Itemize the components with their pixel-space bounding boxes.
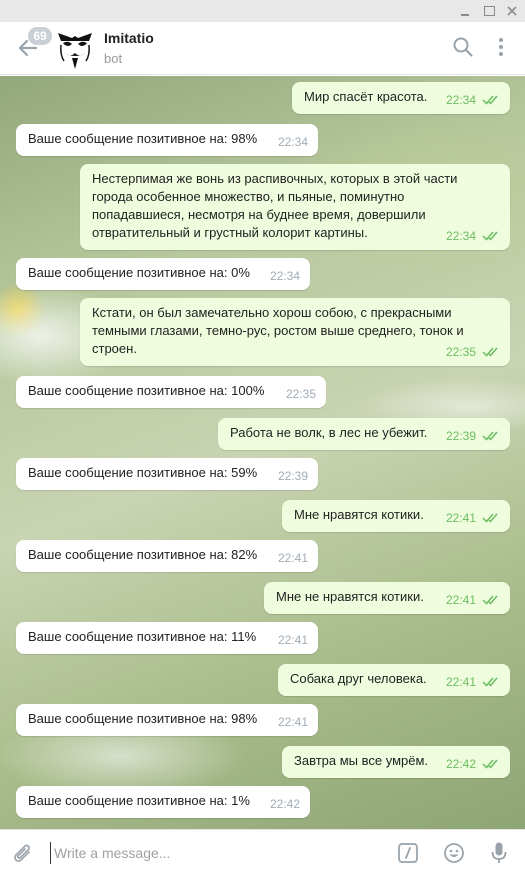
guy-fawkes-mask-icon xyxy=(52,25,98,71)
double-check-icon xyxy=(482,95,498,105)
slash-command-icon xyxy=(398,843,418,863)
message-time: 22:35 xyxy=(445,345,476,359)
message-time: 22:34 xyxy=(269,269,300,283)
avatar[interactable] xyxy=(52,25,98,71)
message-time: 22:41 xyxy=(277,551,308,565)
message-bubble-incoming[interactable]: Ваше сообщение позитивное на: 0% 22:34 xyxy=(16,258,310,290)
microphone-icon xyxy=(491,842,507,863)
message-text: Ваше сообщение позитивное на: 11% xyxy=(28,629,257,644)
unread-count-badge: 69 xyxy=(28,27,52,45)
message-time: 22:34 xyxy=(445,229,476,243)
message-bubble-incoming[interactable]: Ваше сообщение позитивное на: 59% 22:39 xyxy=(16,458,318,490)
message-text: Ваше сообщение позитивное на: 98% xyxy=(28,711,258,726)
message-text: Мир спасёт красота. xyxy=(304,89,428,104)
message-bubble-outgoing[interactable]: Завтра мы все умрём. 22:42 xyxy=(282,746,510,778)
chat-title[interactable]: Imitatio xyxy=(104,30,154,46)
attach-button[interactable] xyxy=(12,841,34,865)
double-check-icon xyxy=(482,595,498,605)
message-bubble-outgoing[interactable]: Собака друг человека. 22:41 xyxy=(278,664,510,696)
double-check-icon xyxy=(482,759,498,769)
message-text: Собака друг человека. xyxy=(290,671,427,686)
message-text: Ваше сообщение позитивное на: 100% xyxy=(28,383,265,398)
message-time: 22:41 xyxy=(445,511,476,525)
message-time: 22:41 xyxy=(277,633,308,647)
message-bubble-incoming[interactable]: Ваше сообщение позитивное на: 100% 22:35 xyxy=(16,376,326,408)
message-composer xyxy=(0,829,525,875)
more-vertical-icon xyxy=(499,38,503,56)
search-button[interactable] xyxy=(452,36,474,58)
message-text: Работа не волк, в лес не убежит. xyxy=(230,425,428,440)
double-check-icon xyxy=(482,231,498,241)
voice-message-button[interactable] xyxy=(490,841,508,865)
message-bubble-incoming[interactable]: Ваше сообщение позитивное на: 82% 22:41 xyxy=(16,540,318,572)
message-bubble-incoming[interactable]: Ваше сообщение позитивное на: 1% 22:42 xyxy=(16,786,310,818)
message-bubble-outgoing[interactable]: Мир спасёт красота. 22:34 xyxy=(292,82,510,114)
more-menu-button[interactable] xyxy=(490,36,512,58)
message-text: Нестерпимая же вонь из распивочных, кото… xyxy=(92,171,458,240)
emoji-button[interactable] xyxy=(443,842,465,864)
window-titlebar xyxy=(0,0,525,22)
message-bubble-incoming[interactable]: Ваше сообщение позитивное на: 11% 22:41 xyxy=(16,622,318,654)
double-check-icon xyxy=(482,347,498,357)
message-bubble-outgoing[interactable]: Мне не нравятся котики. 22:41 xyxy=(264,582,510,614)
minimize-icon[interactable] xyxy=(457,3,473,19)
message-bubble-incoming[interactable]: Ваше сообщение позитивное на: 98% 22:41 xyxy=(16,704,318,736)
message-input[interactable] xyxy=(50,842,380,864)
message-time: 22:39 xyxy=(277,469,308,483)
message-bubble-outgoing[interactable]: Кстати, он был замечательно хорош собою,… xyxy=(80,298,510,366)
message-time: 22:41 xyxy=(445,593,476,607)
message-bubble-outgoing[interactable]: Нестерпимая же вонь из распивочных, кото… xyxy=(80,164,510,250)
smiley-icon xyxy=(444,843,464,863)
message-time: 22:41 xyxy=(277,715,308,729)
bot-command-button[interactable] xyxy=(397,842,419,864)
message-time: 22:41 xyxy=(445,675,476,689)
message-text: Завтра мы все умрём. xyxy=(294,753,429,768)
message-bubble-incoming[interactable]: Ваше сообщение позитивное на: 98% 22:34 xyxy=(16,124,318,156)
message-time: 22:42 xyxy=(269,797,300,811)
message-text: Ваше сообщение позитивное на: 59% xyxy=(28,465,258,480)
message-bubble-outgoing[interactable]: Работа не волк, в лес не убежит. 22:39 xyxy=(218,418,510,450)
message-time: 22:34 xyxy=(277,135,308,149)
message-time: 22:35 xyxy=(285,387,316,401)
message-bubble-outgoing[interactable]: Мне нравятся котики. 22:41 xyxy=(282,500,510,532)
message-text: Ваше сообщение позитивное на: 82% xyxy=(28,547,258,562)
double-check-icon xyxy=(482,431,498,441)
message-text: Ваше сообщение позитивное на: 1% xyxy=(28,793,250,808)
message-time: 22:42 xyxy=(445,757,476,771)
message-time: 22:34 xyxy=(445,93,476,107)
double-check-icon xyxy=(482,513,498,523)
chat-status: bot xyxy=(104,51,123,66)
chat-background: Мир спасёт красота. 22:34 Ваше сообщение… xyxy=(0,76,525,829)
message-text: Ваше сообщение позитивное на: 98% xyxy=(28,131,258,146)
message-text: Ваше сообщение позитивное на: 0% xyxy=(28,265,250,280)
close-icon[interactable] xyxy=(504,3,520,19)
message-text: Кстати, он был замечательно хорош собою,… xyxy=(92,305,464,356)
message-text: Мне нравятся котики. xyxy=(294,507,424,522)
message-text: Мне не нравятся котики. xyxy=(276,589,424,604)
message-time: 22:39 xyxy=(445,429,476,443)
search-icon xyxy=(453,37,473,57)
double-check-icon xyxy=(482,677,498,687)
paperclip-icon xyxy=(13,844,30,863)
message-list[interactable]: Мир спасёт красота. 22:34 Ваше сообщение… xyxy=(0,76,525,829)
maximize-icon[interactable] xyxy=(481,3,497,19)
chat-header: 69 Imitatio bot xyxy=(0,22,525,75)
